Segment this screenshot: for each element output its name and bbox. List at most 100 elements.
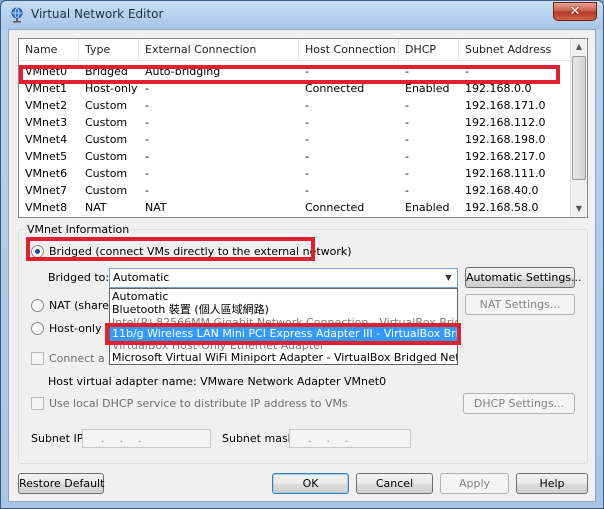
cell-dhcp: - xyxy=(405,133,409,146)
subnet-mask-input[interactable]: ... xyxy=(289,429,411,448)
scroll-down-icon[interactable]: ▼ xyxy=(571,201,587,217)
cell-external-connection: - xyxy=(145,167,149,180)
table-row[interactable]: VMnet8 NAT NAT Connected Enabled 192.168.58.0 xyxy=(19,199,571,216)
table-row[interactable]: VMnet4 Custom - - - 192.168.198.0 xyxy=(19,131,571,148)
cell-name: VMnet2 xyxy=(25,99,68,112)
cell-host-connection: - xyxy=(305,150,309,163)
vmnet0-highlight-box xyxy=(19,65,560,84)
cell-subnet-address: 192.168.171.0 xyxy=(465,99,546,112)
column-header-dhcp[interactable]: DHCP xyxy=(399,39,459,61)
dropdown-option[interactable]: Microsoft Virtual WiFi Miniport Adapter … xyxy=(110,351,457,364)
scroll-thumb[interactable] xyxy=(572,56,586,180)
dhcp-settings-button[interactable]: DHCP Settings... xyxy=(463,393,575,414)
table-row[interactable]: VMnet7 Custom - - - 192.168.40.0 xyxy=(19,182,571,199)
close-button[interactable]: ✕ xyxy=(553,2,597,21)
cell-type: Custom xyxy=(85,167,128,180)
cell-type: Custom xyxy=(85,133,128,146)
cell-subnet-address: 192.168.40.0 xyxy=(465,184,539,197)
cell-external-connection: - xyxy=(145,116,149,129)
bridged-to-label: Bridged to: xyxy=(48,271,110,284)
cell-external-connection: NAT xyxy=(145,201,167,214)
cell-dhcp: - xyxy=(405,99,409,112)
cell-host-connection: - xyxy=(305,99,309,112)
cell-subnet-address: 192.168.112.0 xyxy=(465,116,546,129)
checkbox-icon xyxy=(31,352,44,365)
bridged-highlight-box xyxy=(26,237,315,261)
subnet-ip-label: Subnet IP: xyxy=(31,432,88,445)
title-bar[interactable]: Virtual Network Editor ✕ xyxy=(1,1,603,29)
cell-subnet-address: 192.168.58.0 xyxy=(465,201,539,214)
dhcp-checkbox[interactable]: Use local DHCP service to distribute IP … xyxy=(31,397,348,410)
bridged-to-select[interactable]: Automatic ▼ xyxy=(109,268,458,288)
cell-external-connection: - xyxy=(145,99,149,112)
cell-subnet-address: 192.168.217.0 xyxy=(465,150,546,163)
chevron-down-icon[interactable]: ▼ xyxy=(441,270,456,286)
automatic-settings-button[interactable]: Automatic Settings... xyxy=(465,267,582,288)
host-adapter-name: Host virtual adapter name: VMware Networ… xyxy=(48,375,387,388)
apply-button[interactable]: Apply xyxy=(440,473,509,494)
radio-unselected-icon xyxy=(31,299,44,312)
cell-dhcp: Enabled xyxy=(405,201,450,214)
cell-type: Custom xyxy=(85,150,128,163)
cell-type: NAT xyxy=(85,201,107,214)
table-row[interactable]: VMnet6 Custom - - - 192.168.111.0 xyxy=(19,165,571,182)
list-header: Name Type External Connection Host Conne… xyxy=(19,39,571,61)
cell-name: VMnet5 xyxy=(25,150,68,163)
ok-button[interactable]: OK xyxy=(272,473,349,494)
cell-host-connection: Connected xyxy=(305,201,365,214)
checkbox-icon xyxy=(31,397,44,410)
column-header-name[interactable]: Name xyxy=(19,39,79,61)
column-header-external-connection[interactable]: External Connection xyxy=(139,39,299,61)
cell-name: VMnet8 xyxy=(25,201,68,214)
nat-radio[interactable]: NAT (shared xyxy=(31,299,116,312)
cell-subnet-address: 192.168.198.0 xyxy=(465,133,546,146)
cell-dhcp: - xyxy=(405,116,409,129)
cell-external-connection: - xyxy=(145,184,149,197)
cell-type: Custom xyxy=(85,99,128,112)
cell-type: Custom xyxy=(85,184,128,197)
dialog-client-area: Name Type External Connection Host Conne… xyxy=(8,29,596,502)
cell-name: VMnet4 xyxy=(25,133,68,146)
wireless-adapter-highlight-box xyxy=(105,323,461,345)
dhcp-label: Use local DHCP service to distribute IP … xyxy=(49,397,348,410)
column-header-host-connection[interactable]: Host Connection xyxy=(299,39,399,61)
cell-dhcp: - xyxy=(405,167,409,180)
column-header-type[interactable]: Type xyxy=(79,39,139,61)
table-row[interactable]: VMnet2 Custom - - - 192.168.171.0 xyxy=(19,97,571,114)
cell-external-connection: - xyxy=(145,133,149,146)
group-title: VMnet Information xyxy=(25,223,132,236)
cancel-button[interactable]: Cancel xyxy=(356,473,433,494)
nat-settings-button[interactable]: NAT Settings... xyxy=(465,294,575,315)
host-only-radio[interactable]: Host-only (c xyxy=(31,322,115,335)
network-globe-icon xyxy=(11,7,23,23)
table-row[interactable]: VMnet3 Custom - - - 192.168.112.0 xyxy=(19,114,571,131)
bridged-to-value: Automatic xyxy=(113,271,170,284)
dropdown-option[interactable]: Bluetooth 裝置 (個人區域網路) xyxy=(110,303,457,317)
cell-name: VMnet6 xyxy=(25,167,68,180)
close-icon: ✕ xyxy=(569,4,581,19)
virtual-network-editor-window: Virtual Network Editor ✕ Name Type Exter… xyxy=(0,0,604,509)
help-button[interactable]: Help xyxy=(516,473,588,494)
cell-host-connection: - xyxy=(305,116,309,129)
table-row[interactable]: VMnet5 Custom - - - 192.168.217.0 xyxy=(19,148,571,165)
cell-name: VMnet7 xyxy=(25,184,68,197)
scroll-up-icon[interactable]: ▲ xyxy=(571,39,587,55)
window-title: Virtual Network Editor xyxy=(31,7,164,21)
cell-dhcp: - xyxy=(405,150,409,163)
column-header-subnet-address[interactable]: Subnet Address xyxy=(459,39,571,61)
cell-host-connection: - xyxy=(305,184,309,197)
cell-external-connection: - xyxy=(145,150,149,163)
cell-dhcp: - xyxy=(405,184,409,197)
cell-subnet-address: 192.168.111.0 xyxy=(465,167,546,180)
restore-default-button[interactable]: Restore Default xyxy=(18,473,104,494)
nat-label: NAT (shared xyxy=(49,299,116,312)
radio-unselected-icon xyxy=(31,322,44,335)
cell-host-connection: - xyxy=(305,133,309,146)
cell-host-connection: - xyxy=(305,167,309,180)
vertical-scrollbar[interactable]: ▲ ▼ xyxy=(570,39,587,217)
cell-type: Custom xyxy=(85,116,128,129)
dropdown-option[interactable]: Automatic xyxy=(110,290,457,304)
subnet-ip-input[interactable]: ... xyxy=(82,429,211,448)
subnet-mask-label: Subnet mask: xyxy=(222,432,298,445)
cell-name: VMnet3 xyxy=(25,116,68,129)
